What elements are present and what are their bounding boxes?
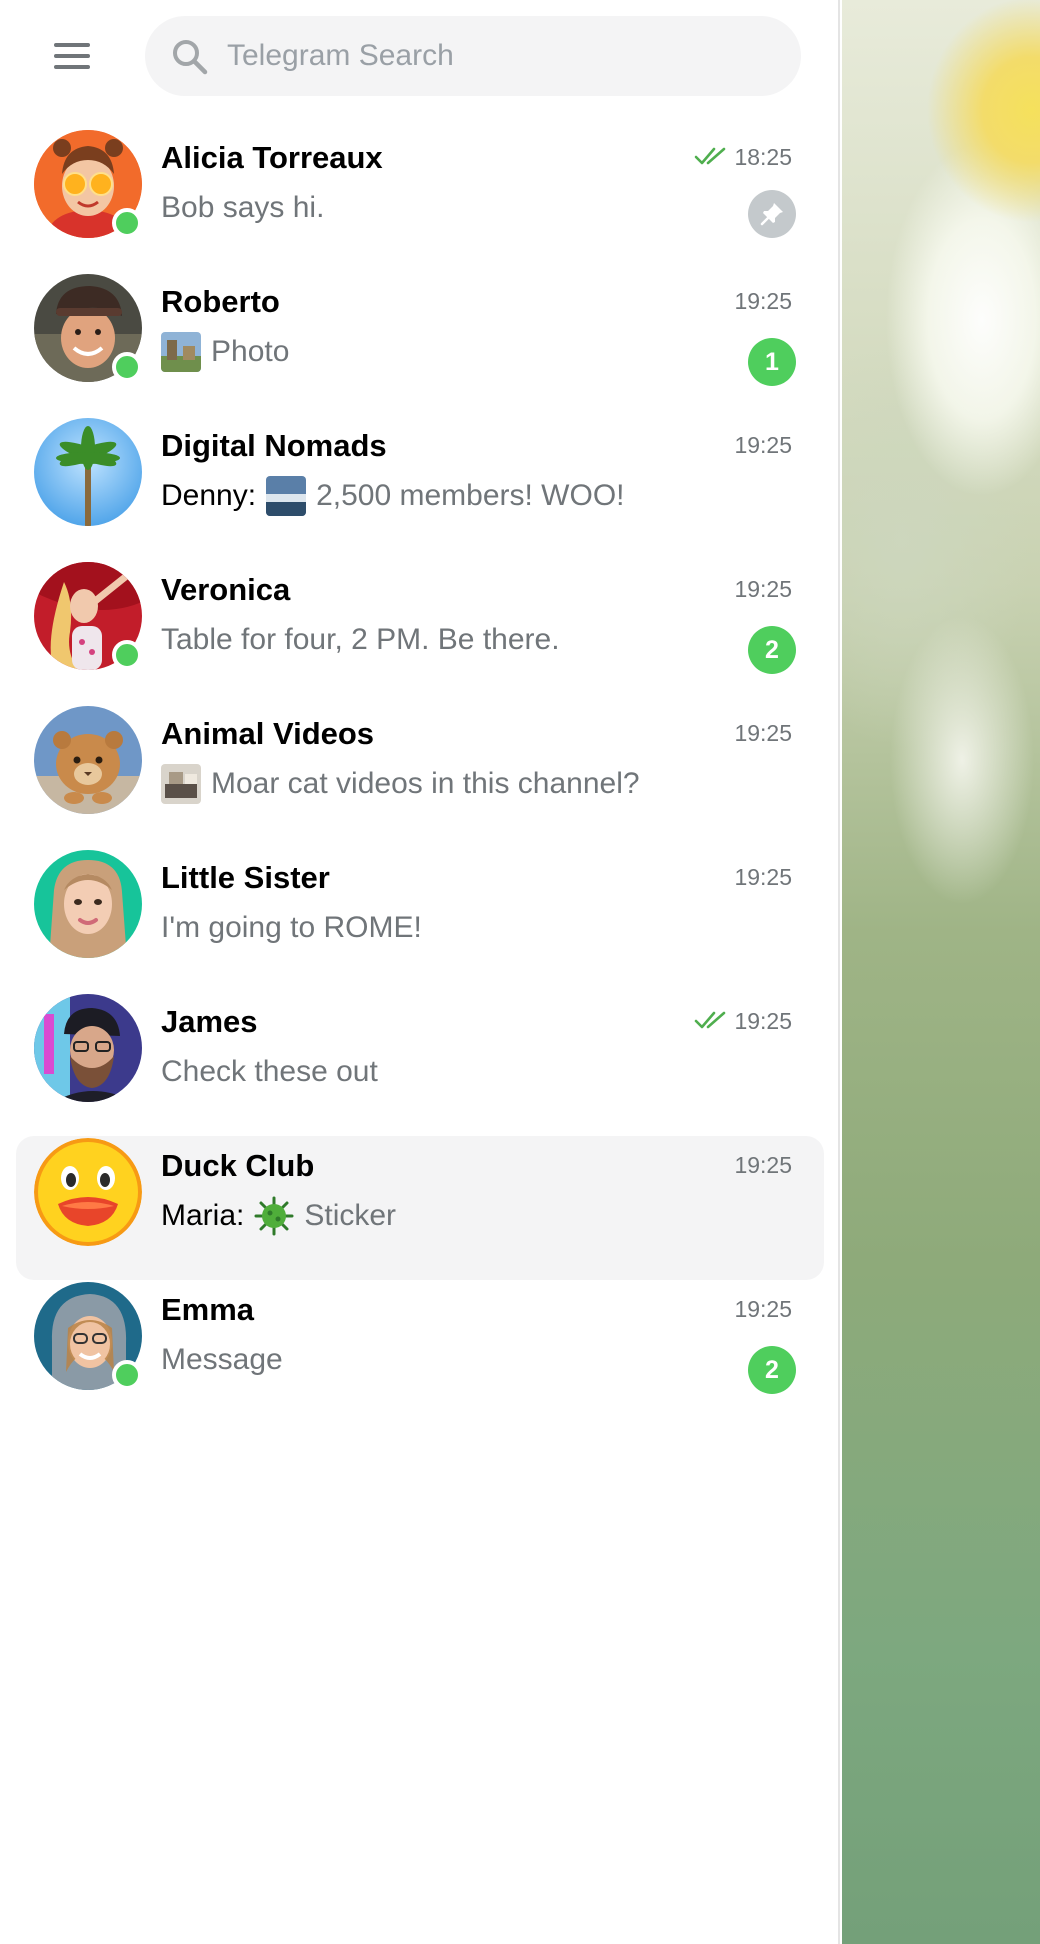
chat-name: James — [161, 1004, 258, 1039]
chat-last-message: Photo — [161, 330, 289, 374]
message-text: Bob says hi. — [161, 191, 325, 224]
message-text: 2,500 members! WOO! — [316, 479, 625, 512]
chat-time: 19:25 — [734, 432, 792, 458]
chat-name: Veronica — [161, 572, 291, 607]
chat-sidebar: Alicia Torreaux 18:25 Bob says hi. — [0, 0, 840, 1944]
chat-last-message: Table for four, 2 PM. Be there. — [161, 618, 560, 662]
avatar — [34, 1138, 142, 1246]
avatar — [34, 418, 142, 526]
chat-item-little-sister[interactable]: Little Sister 19:25 I'm going to ROME! — [16, 848, 824, 992]
chat-time: 19:25 — [734, 288, 792, 314]
chat-item-james[interactable]: James 19:25 Check these out — [16, 992, 824, 1136]
chat-item-duck-club[interactable]: Duck Club 19:25 Maria: Sticker — [16, 1136, 824, 1280]
photo-thumbnail — [161, 332, 201, 372]
chat-item-animal-videos[interactable]: Animal Videos 19:25 Moar cat videos in t… — [16, 704, 824, 848]
chat-name: Emma — [161, 1292, 255, 1327]
pin-icon — [748, 190, 796, 238]
search-icon — [173, 40, 208, 75]
online-indicator — [112, 640, 142, 670]
chat-name: Animal Videos — [161, 716, 375, 751]
chat-last-message: I'm going to ROME! — [161, 906, 422, 950]
online-indicator — [112, 1360, 142, 1390]
chat-time: 19:25 — [734, 1296, 792, 1322]
chat-item-digital-nomads[interactable]: Digital Nomads 19:25 Denny: 2,500 member… — [16, 416, 824, 560]
chat-time: 18:25 — [734, 144, 792, 170]
double-check-icon — [694, 147, 726, 165]
message-text: Message — [161, 1343, 283, 1376]
search-bar[interactable] — [145, 16, 801, 96]
chat-last-message: Bob says hi. — [161, 186, 324, 230]
sticker-thumbnail — [254, 1196, 294, 1236]
message-text: I'm going to ROME! — [161, 911, 422, 944]
unread-badge: 2 — [748, 1346, 796, 1394]
chat-last-message: Denny: 2,500 members! WOO! — [161, 474, 625, 518]
chat-last-message: Moar cat videos in this channel? — [161, 762, 640, 806]
unread-badge: 2 — [748, 626, 796, 674]
photo-thumbnail — [266, 476, 307, 516]
chat-name: Alicia Torreaux — [161, 140, 383, 175]
chat-last-message: Check these out — [161, 1050, 378, 1094]
chat-name: Roberto — [161, 284, 280, 319]
chat-wallpaper — [842, 0, 1040, 1944]
message-text: Table for four, 2 PM. Be there. — [161, 623, 560, 656]
hamburger-menu-icon[interactable] — [36, 30, 108, 82]
chat-time: 19:25 — [734, 720, 792, 746]
chat-item-veronica[interactable]: Veronica 19:25 Table for four, 2 PM. Be … — [16, 560, 824, 704]
unread-badge: 1 — [748, 338, 796, 386]
chat-name: Little Sister — [161, 860, 330, 895]
message-text: Moar cat videos in this channel? — [211, 767, 640, 800]
message-sender: Denny: — [161, 479, 257, 512]
avatar — [34, 994, 142, 1102]
message-sender: Maria: — [161, 1199, 245, 1232]
message-text: Sticker — [304, 1199, 397, 1232]
chat-name: Digital Nomads — [161, 428, 387, 463]
double-check-icon — [694, 1011, 726, 1029]
chat-item-roberto[interactable]: Roberto 19:25 Photo 1 — [16, 272, 824, 416]
online-indicator — [112, 352, 142, 382]
chat-last-message: Maria: Sticker — [161, 1194, 396, 1238]
avatar — [34, 706, 142, 814]
message-text: Check these out — [161, 1055, 378, 1088]
chat-time: 19:25 — [734, 864, 792, 890]
message-text: Photo — [211, 335, 290, 368]
search-input[interactable] — [227, 30, 767, 82]
chat-item-emma[interactable]: Emma 19:25 Message 2 — [16, 1280, 824, 1424]
chat-time: 19:25 — [734, 576, 792, 602]
chat-name: Duck Club — [161, 1148, 315, 1183]
online-indicator — [112, 208, 142, 238]
chat-time: 19:25 — [734, 1152, 792, 1178]
video-thumbnail — [161, 764, 201, 804]
chat-last-message: Message — [161, 1338, 283, 1382]
chat-item-alicia-torreaux[interactable]: Alicia Torreaux 18:25 Bob says hi. — [16, 128, 824, 272]
chat-time: 19:25 — [734, 1008, 792, 1034]
avatar — [34, 850, 142, 958]
chat-list: Alicia Torreaux 18:25 Bob says hi. Rober… — [0, 128, 840, 1424]
sidebar-header — [0, 0, 840, 112]
